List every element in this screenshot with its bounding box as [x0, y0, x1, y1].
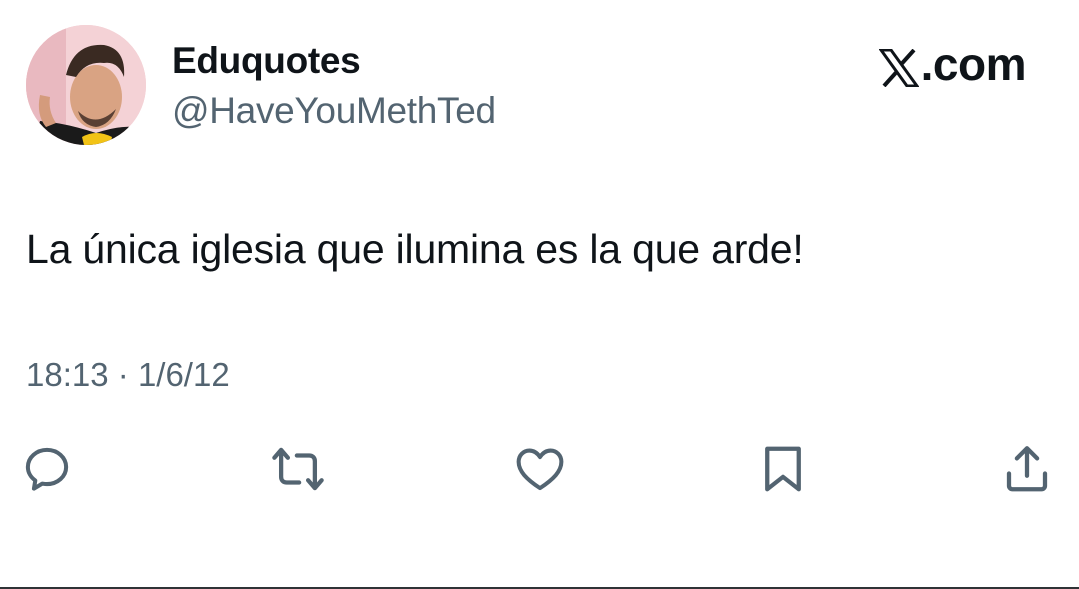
tweet-date: 1/6/12	[137, 356, 230, 393]
x-logo-icon	[877, 45, 920, 88]
reply-button[interactable]	[19, 441, 75, 497]
author-handle[interactable]: @HaveYouMethTed	[172, 89, 496, 133]
share-icon	[1006, 446, 1048, 492]
bookmark-icon	[765, 446, 801, 492]
timestamp-separator: ·	[117, 356, 129, 393]
brand-suffix: .com	[920, 38, 1027, 90]
bookmark-button[interactable]	[755, 441, 811, 497]
brand-mark: .com	[877, 38, 1027, 90]
tweet-actions	[0, 441, 1079, 497]
like-icon	[516, 448, 564, 491]
profile-photo	[26, 25, 146, 145]
retweet-button[interactable]	[270, 441, 326, 497]
tweet-timestamp[interactable]: 18:13 · 1/6/12	[26, 354, 230, 396]
retweet-icon	[272, 447, 324, 491]
tweet-time: 18:13	[26, 356, 109, 393]
share-button[interactable]	[999, 441, 1055, 497]
like-button[interactable]	[512, 441, 568, 497]
avatar[interactable]	[26, 25, 146, 145]
tweet-text: La única iglesia que ilumina es la que a…	[26, 226, 804, 272]
reply-icon	[25, 447, 69, 491]
author-display-name[interactable]: Eduquotes	[172, 39, 361, 83]
tweet-card: Eduquotes @HaveYouMethTed .com La única …	[0, 0, 1079, 589]
